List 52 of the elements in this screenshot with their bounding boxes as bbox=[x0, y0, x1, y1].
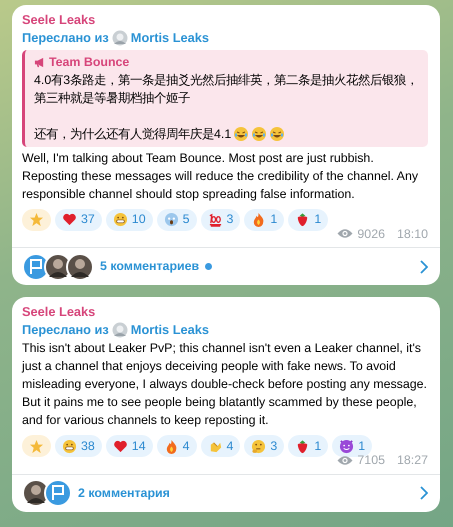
channel-name[interactable]: Seele Leaks bbox=[22, 11, 428, 29]
reaction-button[interactable] bbox=[22, 435, 51, 458]
reaction-button[interactable]: 37 bbox=[55, 208, 102, 231]
chevron-right-icon bbox=[420, 260, 428, 274]
eye-icon bbox=[337, 228, 354, 240]
laughing-face-icon bbox=[251, 126, 268, 142]
avatar bbox=[66, 252, 94, 281]
reaction-button[interactable]: 38 bbox=[55, 435, 102, 458]
quote-text: 4.0有3条路走，第一条是抽爻光然后抽绯英，第二条是抽火花然后银狼，第三种就是等暑期档抽个姬子 bbox=[34, 72, 420, 107]
reaction-button[interactable]: 1 bbox=[288, 208, 328, 231]
reaction-button[interactable]: 3 bbox=[200, 208, 240, 231]
avatar bbox=[112, 30, 128, 46]
megaphone-icon bbox=[34, 56, 45, 68]
quote-title: Team Bounce bbox=[49, 54, 130, 71]
reaction-button[interactable]: 5 bbox=[156, 208, 196, 231]
message-time: 18:27 bbox=[396, 452, 428, 470]
quote-text: 还有，为什么还有人觉得周年庆是4.1 bbox=[34, 126, 232, 143]
devil-face-icon bbox=[339, 438, 354, 454]
reaction-button[interactable]: 3 bbox=[244, 435, 284, 458]
avatar bbox=[112, 322, 128, 338]
heart-icon bbox=[112, 438, 128, 454]
thinking-face-icon bbox=[251, 438, 266, 454]
grinning-face-icon bbox=[112, 212, 128, 228]
eye-icon bbox=[337, 455, 354, 466]
reaction-button[interactable]: 4 bbox=[156, 435, 196, 458]
view-count: 9026 bbox=[357, 226, 385, 243]
forwarded-label: Переслано из bbox=[22, 29, 109, 47]
forwarded-label: Переслано из bbox=[22, 321, 109, 340]
star-icon bbox=[29, 438, 44, 454]
star-icon bbox=[29, 212, 44, 228]
channel-name[interactable]: Seele Leaks bbox=[22, 303, 428, 322]
hundred-points-icon bbox=[208, 212, 222, 228]
message-time: 18:10 bbox=[396, 226, 428, 243]
laughing-face-icon bbox=[269, 126, 286, 142]
reaction-button[interactable]: 1 bbox=[244, 208, 284, 231]
reaction-button[interactable]: 4 bbox=[200, 435, 240, 458]
message-text: Well, I'm talking about Team Bounce. Most post are just rubbish. Reposting these messages will reduce the credibility of the channel. Any responsible channel should stop spreading false information. bbox=[22, 150, 420, 203]
laughing-face-icon bbox=[233, 126, 250, 142]
forwarded-source[interactable]: Mortis Leaks bbox=[130, 29, 210, 47]
avatar bbox=[44, 479, 72, 508]
heart-icon bbox=[62, 212, 77, 228]
grinning-face-icon bbox=[62, 438, 77, 454]
screaming-face-icon bbox=[164, 212, 179, 228]
message-text: This isn't about Leaker PvP; this channel isn't even a Leaker channel, it's just a channel that enjoys deceiving people with fake news. To avoid misleading everyone, I always double-check before posting any message. But it pains me to see people being blatantly scammed by these people, and for various channels to keep reposting it. bbox=[22, 340, 428, 430]
forwarded-source[interactable]: Mortis Leaks bbox=[130, 321, 210, 340]
chevron-right-icon bbox=[420, 486, 428, 500]
reaction-button[interactable] bbox=[22, 208, 51, 231]
reaction-button[interactable]: 1 bbox=[288, 435, 328, 458]
reaction-button[interactable]: 10 bbox=[106, 208, 153, 231]
reaction-button[interactable]: 14 bbox=[106, 435, 153, 458]
comments-link[interactable]: 2 комментария bbox=[78, 484, 170, 503]
comments-link[interactable]: 5 комментариев bbox=[100, 257, 200, 276]
